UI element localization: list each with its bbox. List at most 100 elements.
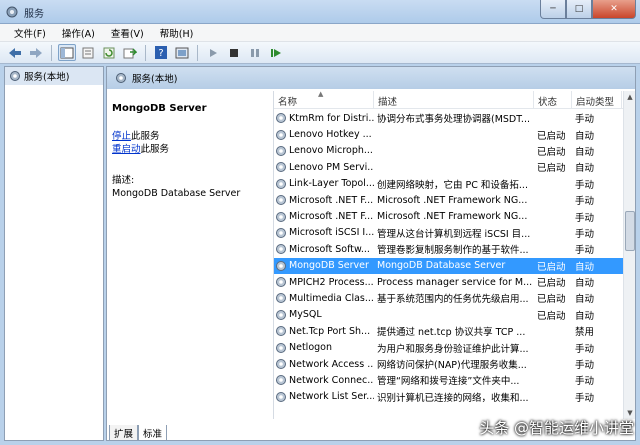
table-row[interactable]: Lenovo Microph... 已启动 自动 — [274, 143, 624, 159]
forward-button[interactable] — [27, 44, 45, 61]
table-row[interactable]: Lenovo Hotkey ... 已启动 自动 — [274, 126, 624, 142]
service-name: Microsoft Softw... — [289, 243, 370, 255]
maximize-button[interactable]: □ — [566, 0, 592, 19]
stop-service-link[interactable]: 停止 — [112, 131, 131, 142]
service-status-cell: 已启动 — [537, 146, 566, 158]
service-status-cell: 已启动 — [537, 130, 566, 142]
service-status-cell: 已启动 — [537, 261, 566, 273]
service-startup-cell: 手动 — [575, 196, 595, 208]
refresh-button[interactable] — [100, 44, 118, 61]
column-header-description[interactable]: 描述 — [374, 91, 534, 108]
table-row[interactable]: Lenovo PM Servi... 已启动 自动 — [274, 159, 624, 175]
console-tree-icon — [60, 47, 74, 58]
tree-item-services-local[interactable]: 服务(本地) — [5, 67, 103, 85]
table-row[interactable]: Microsoft Softw... 管理卷影复制服务制作的基于软件... 手动 — [274, 241, 624, 257]
tree-item-label: 服务(本地) — [24, 72, 70, 83]
mmc-icon — [175, 47, 189, 58]
stop-icon — [230, 48, 238, 57]
gear-icon — [276, 391, 286, 402]
pause-icon — [251, 48, 259, 57]
service-startup-cell: 自动 — [575, 310, 595, 322]
close-button[interactable]: ✕ — [592, 0, 636, 19]
export-list-button[interactable] — [121, 44, 139, 61]
show-console-tree-button[interactable] — [58, 44, 76, 61]
gear-icon — [276, 162, 286, 173]
gear-icon — [276, 145, 286, 156]
service-actions: 停止此服务 重启动此服务 — [112, 130, 266, 156]
description-label: 描述: — [112, 175, 135, 186]
tab-standard[interactable]: 标准 — [138, 425, 168, 441]
table-row[interactable]: Netlogon 为用户和服务身份验证维护此计算... 手动 — [274, 339, 624, 355]
table-row[interactable]: Microsoft .NET F... Microsoft .NET Framew… — [274, 192, 624, 208]
menu-action[interactable]: 操作(A) — [54, 26, 103, 40]
watermark: 头条 @智能运维小讲堂 — [479, 419, 634, 437]
scroll-thumb[interactable] — [625, 211, 635, 251]
table-row[interactable]: Link-Layer Topol... 创建网络映射，它由 PC 和设备拓... 手… — [274, 176, 624, 192]
table-row[interactable]: MPICH2 Process... Process manager service… — [274, 274, 624, 290]
service-name: Network Access ... — [289, 358, 374, 370]
table-row[interactable]: Microsoft .NET F... Microsoft .NET Framew… — [274, 208, 624, 224]
service-startup-cell: 自动 — [575, 294, 595, 306]
table-row[interactable]: Network Access ... 网络访问保护(NAP)代理服务收集... 手动 — [274, 356, 624, 372]
gear-icon — [276, 227, 286, 238]
restart-service-link[interactable]: 重启动 — [112, 144, 141, 155]
scroll-up-icon[interactable]: ▲ — [624, 91, 636, 103]
column-header-name[interactable]: ▲ 名称 — [274, 91, 374, 108]
help-button[interactable]: ? — [152, 44, 170, 61]
service-name: MySQL — [289, 309, 322, 321]
service-name-cell: Network Connec... — [274, 374, 374, 386]
service-name-cell: Microsoft iSCSI I... — [274, 227, 374, 239]
tab-extended[interactable]: 扩展 — [109, 425, 139, 441]
service-description-cell: Process manager service for M... — [377, 276, 533, 288]
toolbar-separator — [145, 44, 146, 61]
sort-ascending-icon: ▲ — [318, 91, 324, 98]
service-name-cell: Microsoft .NET F... — [274, 194, 374, 206]
gear-icon — [276, 195, 286, 206]
gear-icon — [276, 326, 286, 337]
service-status-cell: 已启动 — [537, 278, 566, 290]
service-name: MongoDB Server — [289, 260, 369, 272]
vertical-scrollbar[interactable]: ▲ ▼ — [623, 91, 635, 419]
menu-bar: 文件(F) 操作(A) 查看(V) 帮助(H) — [0, 24, 640, 42]
column-header-status[interactable]: 状态 — [534, 91, 572, 108]
properties-button[interactable] — [79, 44, 97, 61]
mmc-button[interactable] — [173, 44, 191, 61]
minimize-button[interactable]: ─ — [540, 0, 566, 19]
service-startup-cell: 手动 — [575, 228, 595, 240]
service-startup-cell: 手动 — [575, 114, 595, 126]
column-header-startup-type[interactable]: 启动类型 — [572, 91, 622, 108]
title-bar: 服务 ─ □ ✕ — [0, 0, 640, 24]
start-service-button[interactable] — [204, 44, 222, 61]
service-name: Multimedia Clas... — [289, 292, 374, 304]
service-name-cell: Net.Tcp Port Sh... — [274, 325, 374, 337]
table-row[interactable]: Multimedia Clas... 基于系统范围内的任务优先级启用... 已启动自… — [274, 290, 624, 306]
forward-icon — [30, 47, 42, 58]
menu-file[interactable]: 文件(F) — [6, 26, 54, 40]
gear-icon — [276, 359, 286, 370]
back-button[interactable] — [6, 44, 24, 61]
service-description-cell: 管理卷影复制服务制作的基于软件... — [377, 245, 529, 257]
table-row[interactable]: Network Connec... 管理“网络和拨号连接”文件夹中... 手动 — [274, 372, 624, 388]
gear-icon — [10, 71, 20, 81]
table-row[interactable]: KtmRm for Distri... 协调分布式事务处理协调器(MSDT... 手… — [274, 110, 624, 126]
service-name-cell: Microsoft Softw... — [274, 243, 374, 255]
table-row[interactable]: MongoDB Server MongoDB Database Server 已启动… — [274, 257, 624, 274]
service-name: KtmRm for Distri... — [289, 112, 374, 124]
restart-service-button[interactable] — [267, 44, 285, 61]
service-name: Lenovo Microph... — [289, 145, 373, 157]
pause-service-button[interactable] — [246, 44, 264, 61]
table-row[interactable]: Net.Tcp Port Sh... 提供通过 net.tcp 协议共享 TCP … — [274, 323, 624, 339]
table-row[interactable]: MySQL 已启动 自动 — [274, 307, 624, 323]
table-row[interactable]: Network List Ser... 识别计算机已连接的网络，收集和... 手动 — [274, 389, 624, 405]
service-details-panel: MongoDB Server 停止此服务 重启动此服务 描述: MongoDB … — [107, 91, 271, 419]
console-tree-pane: 服务(本地) — [4, 66, 104, 441]
service-description-cell: 识别计算机已连接的网络，收集和... — [377, 392, 529, 404]
table-row[interactable]: Microsoft iSCSI I... 管理从这台计算机到远程 iSCSI 目.… — [274, 225, 624, 241]
menu-view[interactable]: 查看(V) — [103, 26, 152, 40]
menu-help[interactable]: 帮助(H) — [152, 26, 202, 40]
gear-icon — [276, 260, 286, 271]
service-name: Microsoft .NET F... — [289, 194, 374, 206]
service-description-cell: Microsoft .NET Framework NG... — [377, 211, 528, 223]
toolbar-separator — [51, 44, 52, 61]
stop-service-button[interactable] — [225, 44, 243, 61]
